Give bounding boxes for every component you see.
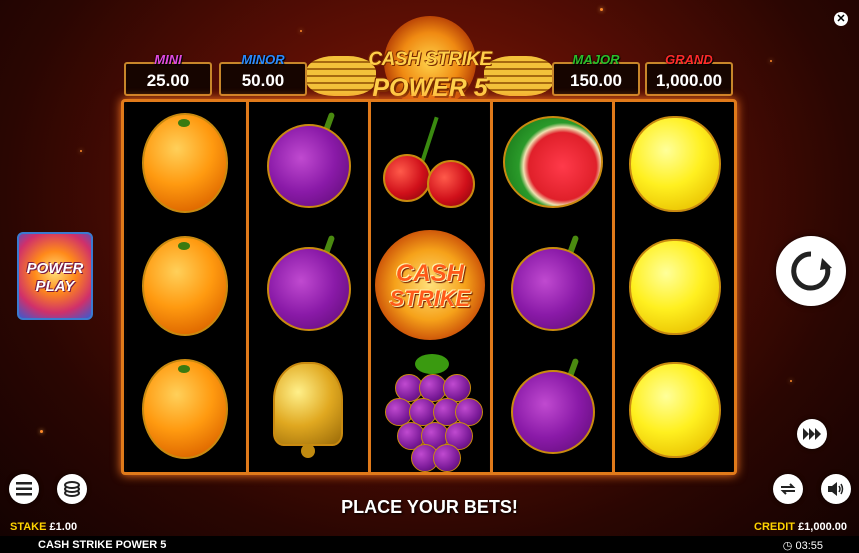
turbo-button[interactable] [797, 419, 827, 449]
reel-cell [493, 225, 611, 347]
cherry-stem [419, 116, 439, 166]
power-play-button[interactable]: POWER PLAY [17, 232, 93, 320]
jackpot-value: 50.00 [241, 71, 285, 90]
reel-2 [249, 102, 367, 472]
jackpot-value: 25.00 [146, 71, 190, 90]
status-message: PLACE YOUR BETS! [341, 497, 518, 517]
close-button[interactable]: ✕ [834, 12, 848, 26]
jackpot-mini: MINI 25.00 [124, 53, 212, 96]
watermelon-icon [503, 116, 603, 208]
autoplay-icon [780, 483, 796, 495]
reel-cell [615, 225, 733, 347]
clock-display: ◷ 03:55 [783, 539, 823, 552]
power-play-line1: POWER [26, 260, 84, 277]
jackpot-minor: MINOR 50.00 [219, 53, 307, 96]
cherry-icon [427, 160, 475, 208]
reel-cell [127, 225, 245, 347]
game-logo-line1: CASH STRIKE [368, 49, 492, 70]
reel-3: CASH STRIKE [371, 102, 489, 472]
stake-label: STAKE [10, 521, 47, 533]
ember-particle [40, 430, 43, 433]
ember-particle [790, 380, 792, 382]
reel-5 [615, 102, 733, 472]
credit-label: CREDIT [754, 521, 795, 533]
credit-display: CREDIT £1,000.00 [754, 521, 847, 533]
spin-button[interactable] [776, 236, 846, 306]
reel-cell [127, 348, 245, 470]
coins-icon [64, 481, 80, 497]
lemon-icon [629, 362, 721, 458]
reel-cell [371, 102, 489, 224]
reel-cell [249, 102, 367, 224]
jackpot-value: 150.00 [570, 71, 622, 90]
menu-icon [16, 482, 32, 496]
reel-cell [127, 102, 245, 224]
ember-particle [770, 60, 772, 62]
reel-cell [615, 348, 733, 470]
power-play-line2: PLAY [35, 278, 75, 295]
cash-strike-line2: STRIKE [389, 286, 471, 311]
bell-icon [273, 362, 343, 446]
spin-refresh-icon [791, 251, 832, 291]
grapes-icon [433, 444, 461, 472]
reel-cell [249, 225, 367, 347]
jackpot-major: MAJOR 150.00 [552, 53, 640, 96]
stake-display: STAKE £1.00 [10, 521, 77, 533]
reel-cell: CASH STRIKE [371, 225, 489, 347]
ember-particle [600, 8, 603, 11]
lemon-icon [629, 239, 721, 335]
bell-clapper [301, 444, 315, 458]
reel-cell [615, 102, 733, 224]
reel-cell [371, 348, 489, 472]
reel-cell [249, 348, 367, 470]
jackpot-label: MINI [154, 52, 182, 67]
reel-4 [493, 102, 611, 472]
jackpot-grand: GRAND 1,000.00 [645, 53, 733, 96]
reel-grid: CASH STRIKE [121, 99, 737, 475]
clock-time: 03:55 [795, 540, 823, 552]
lemon-icon [629, 116, 721, 212]
turbo-icon [803, 428, 821, 440]
orange-icon [142, 113, 228, 213]
game-name: CASH STRIKE POWER 5 [38, 539, 167, 551]
stake-value: £1.00 [49, 521, 78, 533]
cash-strike-line1: CASH [395, 260, 464, 287]
orange-icon [142, 359, 228, 459]
reel-cell [493, 102, 611, 224]
close-icon: ✕ [836, 13, 846, 25]
jackpot-value: 1,000.00 [655, 71, 723, 90]
ember-particle [80, 150, 82, 152]
plum-icon [511, 247, 595, 331]
reel-1 [127, 102, 245, 472]
ember-particle [300, 30, 302, 32]
jackpot-label: MAJOR [572, 52, 620, 67]
clock-icon: ◷ [782, 540, 793, 552]
plum-icon [511, 370, 595, 454]
reel-cell [493, 348, 611, 470]
credit-value: £1,000.00 [798, 521, 847, 533]
orange-icon [142, 236, 228, 336]
plum-icon [267, 247, 351, 331]
grape-leaf [415, 354, 449, 374]
cherry-icon [383, 154, 431, 202]
sound-icon [828, 482, 844, 496]
cash-strike-icon: CASH STRIKE [375, 230, 485, 340]
jackpot-label: MINOR [241, 52, 285, 67]
plum-icon [267, 124, 351, 208]
jackpot-label: GRAND [665, 52, 713, 67]
